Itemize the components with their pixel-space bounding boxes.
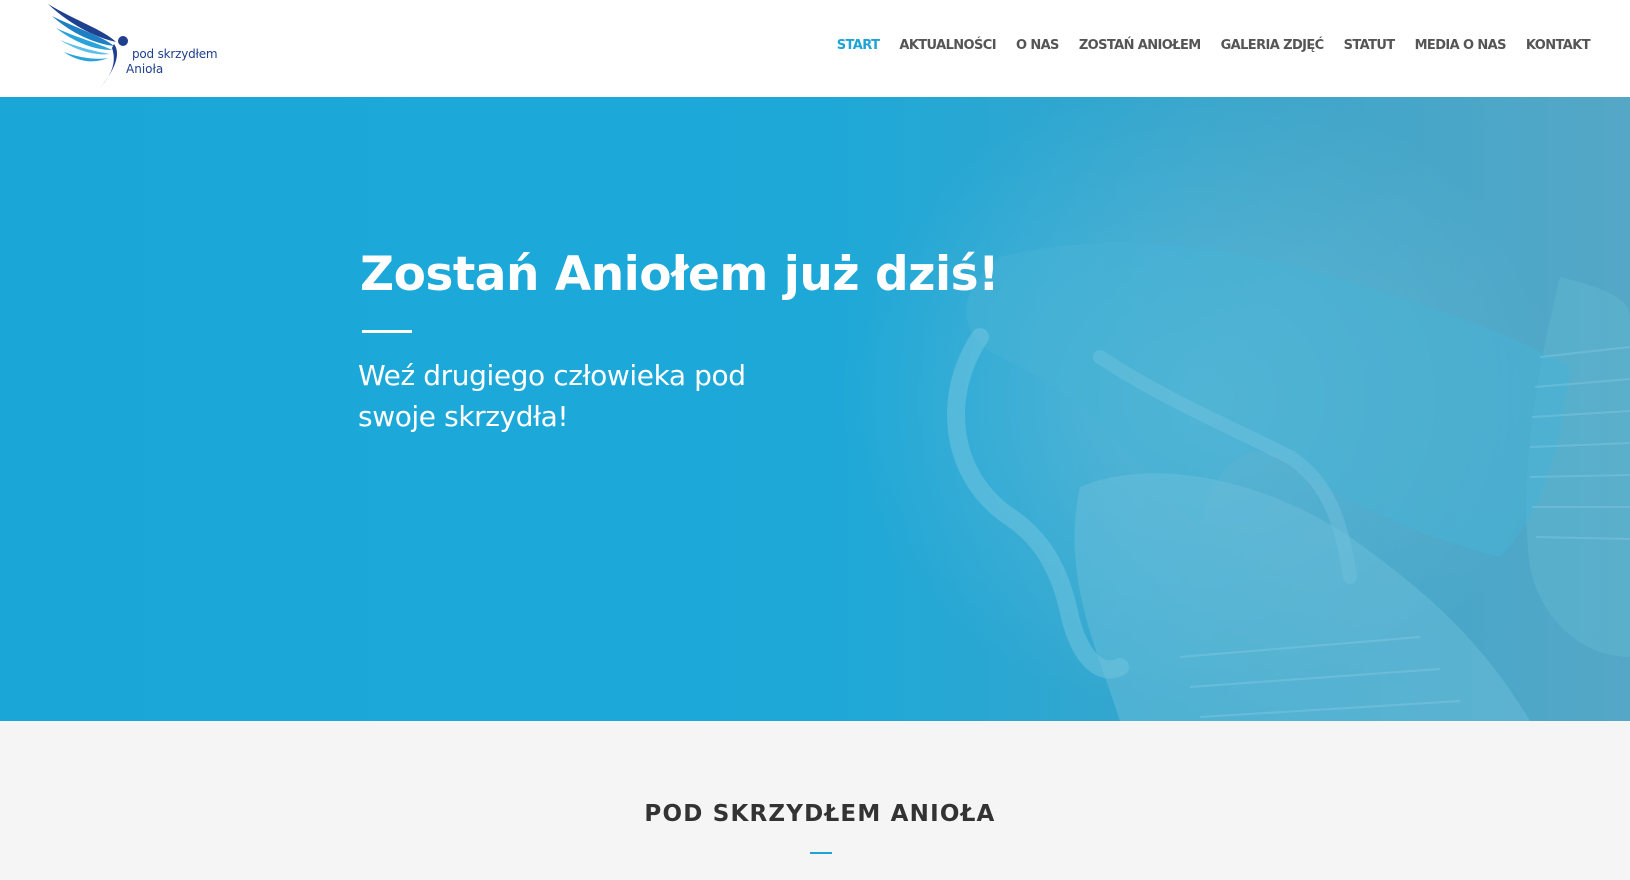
hero-background-image [840,97,1630,721]
hero-banner: Zostań Aniołem już dziś! Weź drugiego cz… [0,97,1630,721]
nav-item-zostan-aniolem[interactable]: ZOSTAŃ ANIOŁEM [1079,38,1201,53]
hero-subtitle: Weź drugiego człowieka pod swoje skrzydł… [358,359,746,433]
nav-item-kontakt[interactable]: KONTAKT [1526,38,1591,53]
logo-text-line2: Anioła [126,62,164,76]
site-logo[interactable]: pod skrzydłem Anioła [44,2,224,92]
hero-divider [362,330,412,333]
site-header: pod skrzydłem Anioła START AKTUALNOŚCI O… [0,0,1630,97]
section-divider [810,852,832,854]
nav-item-galeria-zdjec[interactable]: GALERIA ZDJĘĆ [1221,38,1325,53]
nav-item-media-o-nas[interactable]: MEDIA O NAS [1415,38,1507,53]
nav-item-aktualnosci[interactable]: AKTUALNOŚCI [899,38,996,53]
logo-text-line1: pod skrzydłem [132,47,218,61]
nav-item-statut[interactable]: STATUT [1344,38,1396,53]
nav-item-start[interactable]: START [837,38,880,53]
nav-item-o-nas[interactable]: O NAS [1016,38,1059,53]
main-nav: START AKTUALNOŚCI O NAS ZOSTAŃ ANIOŁEM G… [817,38,1591,53]
section-title: POD SKRZYDŁEM ANIOŁA [644,801,996,827]
hero-title: Zostań Aniołem już dziś! [360,247,1000,302]
